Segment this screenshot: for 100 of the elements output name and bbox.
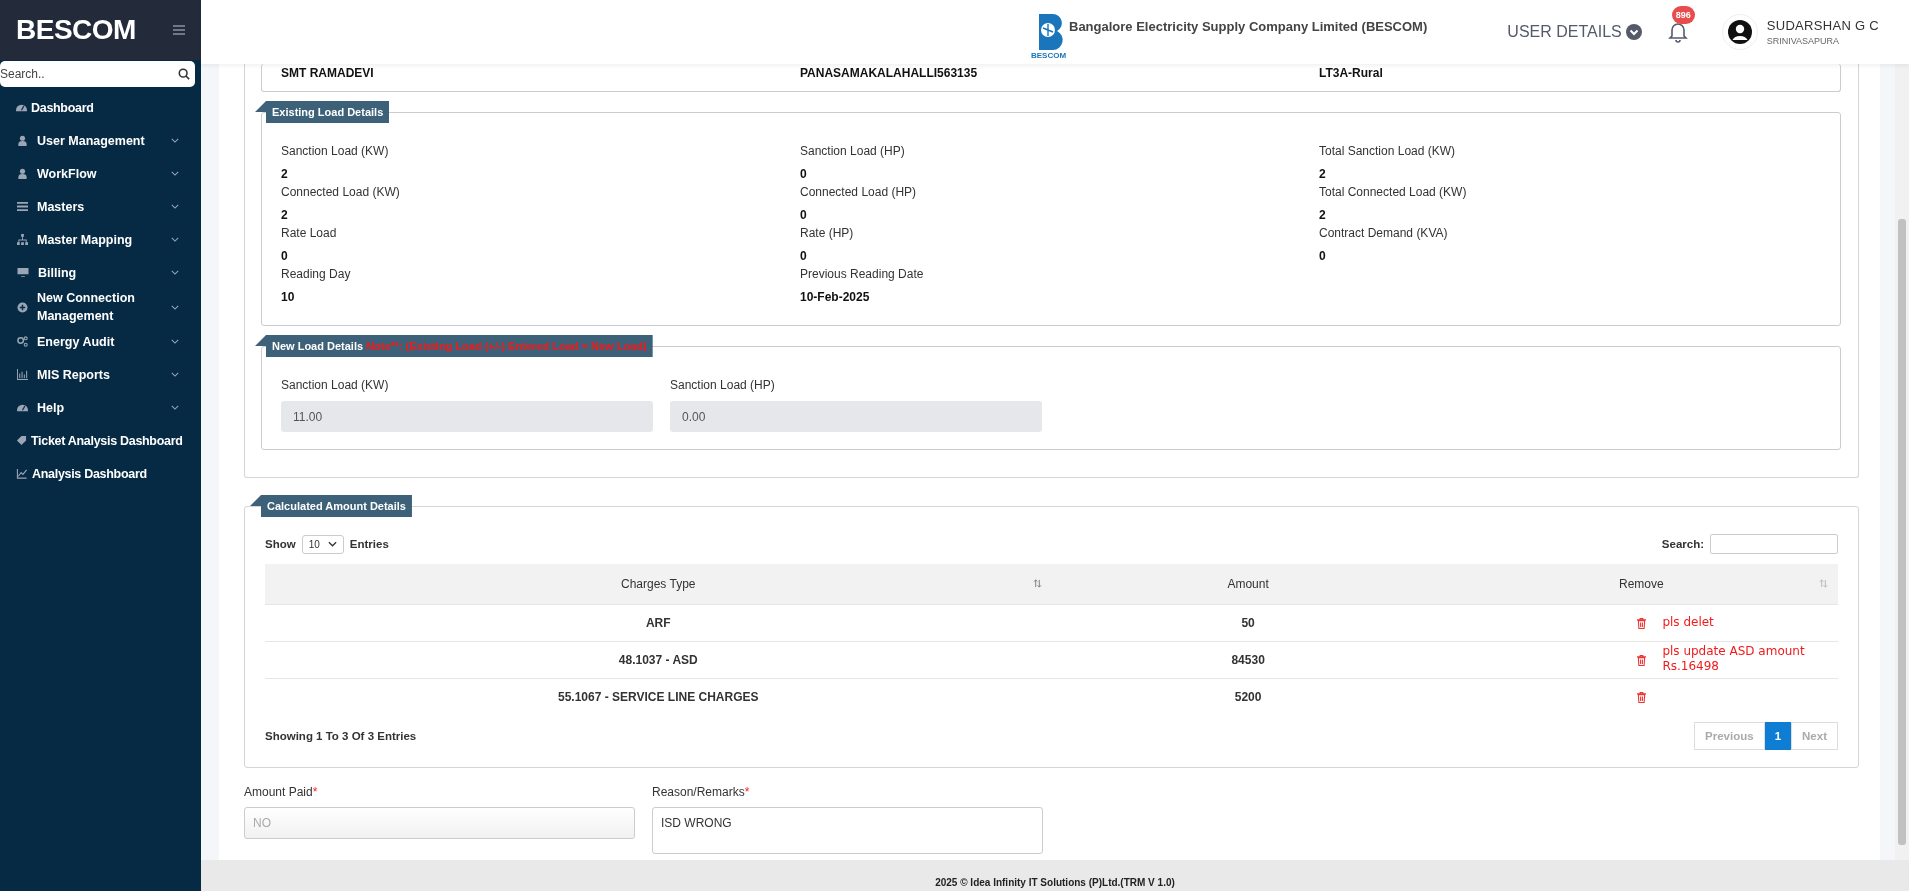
field-value: 0 xyxy=(1319,249,1327,263)
company-name: Bangalore Electricity Supply Company Limited (BESCOM) xyxy=(1069,19,1428,34)
sidebar-item[interactable]: Analysis Dashboard xyxy=(0,457,201,490)
handwritten-note: pls delet xyxy=(1662,615,1715,630)
field-label: Sanction Load (KW) xyxy=(281,144,390,158)
chevron-down-icon xyxy=(171,339,179,344)
notification-count: 896 xyxy=(1671,6,1695,24)
handwritten-note: pls update ASD amount Rs.16498 xyxy=(1662,644,1806,674)
field-value: 0 xyxy=(281,249,289,263)
field-label: Sanction Load (HP) xyxy=(670,378,776,392)
sidebar-item[interactable]: Dashboard xyxy=(0,91,201,124)
field-value: 10 xyxy=(281,290,296,304)
sidebar-item[interactable]: Ticket Analysis Dashboard xyxy=(0,424,201,457)
trash-icon[interactable] xyxy=(1636,617,1646,629)
app-logo: BESCOM xyxy=(16,14,136,46)
user-icon xyxy=(17,135,28,146)
input-field[interactable]: 11.00 xyxy=(281,401,653,432)
field-label: Total Connected Load (KW) xyxy=(1319,185,1468,199)
chevron-down-icon xyxy=(171,171,179,176)
field-value: 0 xyxy=(800,249,808,263)
field-value: 0 xyxy=(800,208,808,222)
sidebar-item[interactable]: Help xyxy=(0,391,201,424)
monitor-icon xyxy=(17,267,29,278)
field-value: 0 xyxy=(800,167,808,181)
sidebar-item[interactable]: Masters xyxy=(0,190,201,223)
field-value: LT3A-Rural xyxy=(1319,66,1383,80)
field-value: PANASAMAKALAHALLI563135 xyxy=(800,66,978,80)
page-button[interactable]: 1 xyxy=(1764,722,1792,750)
table-cell: 50 xyxy=(1051,604,1445,642)
sidebar-item[interactable]: Billing xyxy=(0,256,201,289)
table-cell: ARF xyxy=(265,604,1052,642)
sidebar-item[interactable]: WorkFlow xyxy=(0,157,201,190)
column-header[interactable]: Remove xyxy=(1444,564,1838,605)
logo-caption: BESCOM xyxy=(1031,51,1067,60)
show-label: Show xyxy=(265,538,296,550)
field-value: 2 xyxy=(281,167,289,181)
table-cell: 48.1037 - ASD xyxy=(265,641,1052,679)
user-name: SUDARSHAN G C xyxy=(1766,18,1879,33)
field-label: Previous Reading Date xyxy=(800,267,925,281)
trash-icon[interactable] xyxy=(1636,654,1646,666)
search-field[interactable] xyxy=(1710,534,1838,554)
field-label: Connected Load (KW) xyxy=(281,185,401,199)
field-label: Amount Paid* xyxy=(244,785,319,799)
chevron-circle-icon xyxy=(1625,24,1642,40)
chevron-down-icon xyxy=(171,405,179,410)
sidebar-item[interactable]: Energy Audit xyxy=(0,325,201,358)
user-location: SRINIVASAPURA xyxy=(1766,36,1841,46)
menu-icon[interactable] xyxy=(173,25,185,35)
chevron-down-icon xyxy=(171,237,179,242)
table-cell: 55.1067 - SERVICE LINE CHARGES xyxy=(265,678,1052,715)
section-title: New Load Details xyxy=(272,340,364,352)
sidebar-item[interactable]: Master Mapping xyxy=(0,223,201,256)
entries-label: Entries xyxy=(349,538,389,550)
tag-icon xyxy=(16,435,27,446)
chevron-down-icon xyxy=(327,541,337,547)
table-cell: 5200 xyxy=(1051,678,1445,715)
sort-icon xyxy=(1032,579,1042,588)
sidebar-item[interactable]: New Connection Management xyxy=(0,289,201,325)
sidebar-item[interactable]: MIS Reports xyxy=(0,358,201,391)
search-icon[interactable] xyxy=(178,68,190,80)
chevron-down-icon xyxy=(171,270,179,275)
field-value: 10-Feb-2025 xyxy=(800,290,871,304)
avatar-icon xyxy=(1721,14,1758,50)
field-label: Total Sanction Load (KW) xyxy=(1319,144,1457,158)
scrollbar[interactable] xyxy=(1895,64,1909,860)
field-label: Sanction Load (KW) xyxy=(281,378,390,392)
column-header[interactable]: Charges Type xyxy=(265,564,1052,605)
chevron-down-icon xyxy=(171,372,179,377)
user-details-menu[interactable]: USER DETAILS xyxy=(1507,23,1642,41)
gauge-icon xyxy=(16,102,27,113)
input-field[interactable]: 0.00 xyxy=(670,401,1042,432)
page-size-select[interactable]: 10 xyxy=(301,534,344,554)
search-field[interactable]: Search.. xyxy=(0,61,195,87)
user-icon xyxy=(17,168,28,179)
field-label: Connected Load (HP) xyxy=(800,185,918,199)
field-value: 2 xyxy=(1319,208,1327,222)
sidebar-item[interactable]: User Management xyxy=(0,124,201,157)
entries-summary: Showing 1 To 3 Of 3 Entries xyxy=(265,730,417,742)
search-label: Search: xyxy=(1661,538,1704,550)
list-icon xyxy=(17,201,28,212)
field-label: Contract Demand (KVA) xyxy=(1319,226,1449,240)
copyright-text: 2025 © Idea Infinity IT Solutions (P)Ltd.(TRM V 1.0) xyxy=(935,877,1175,888)
field-value: 2 xyxy=(1319,167,1327,181)
chevron-down-icon xyxy=(171,304,179,310)
field-value: 2 xyxy=(281,208,289,222)
field-label: Sanction Load (HP) xyxy=(800,144,906,158)
field-value: SMT RAMADEVI xyxy=(281,66,374,80)
sort-icon xyxy=(1819,579,1828,588)
column-header[interactable]: Amount xyxy=(1051,564,1445,605)
sitemap-icon xyxy=(17,234,28,245)
gauge-icon xyxy=(17,402,28,413)
bell-icon[interactable] xyxy=(1667,21,1688,43)
table-cell: 84530 xyxy=(1051,641,1445,679)
formula-note: Note**: (Existing Load (+/-) Entered Load = New Load) xyxy=(366,340,647,352)
plus-circle-icon xyxy=(17,301,28,313)
field-label: Reading Day xyxy=(281,267,352,281)
gears-icon xyxy=(17,336,28,347)
trash-icon[interactable] xyxy=(1636,691,1646,703)
text-area[interactable]: ISD WRONG xyxy=(652,807,1043,854)
field-label: Reason/Remarks* xyxy=(652,785,751,799)
